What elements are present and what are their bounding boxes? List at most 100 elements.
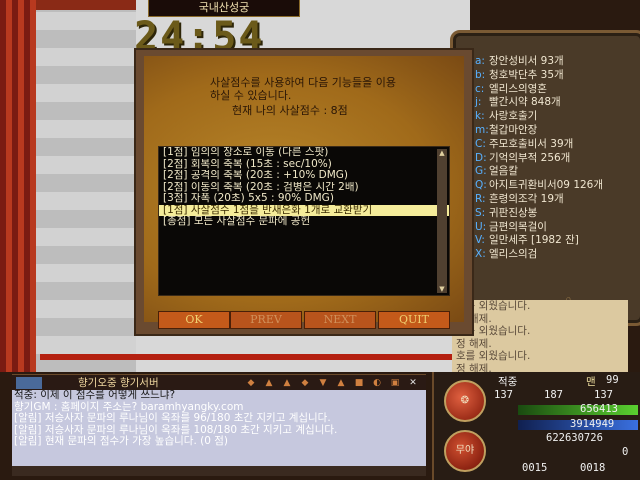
inventory-item[interactable]: V: 일만세주 [1982 잔]: [475, 234, 635, 248]
chat-log: 적중: 이제 이 점수를 어떻게 쓰느냐? 향기GM : 홈페이지 주소는? ba…: [12, 390, 426, 470]
chat-tool-icon-3[interactable]: ▲: [280, 377, 294, 389]
option-item[interactable]: [1점] 임의의 장소로 이동 (다른 스팟): [159, 147, 449, 159]
option-scrollbar[interactable]: ▲ ▼: [437, 149, 447, 293]
chat-flag-icon[interactable]: [16, 377, 42, 389]
inventory-key: X:: [475, 248, 486, 261]
chat-tool-icon-4[interactable]: ◆: [298, 377, 312, 389]
intro-line-1: 사살점수를 사용하여 다음 기능들을 이용: [210, 76, 397, 89]
inventory-key: b:: [475, 68, 486, 81]
chat-input[interactable]: [12, 466, 426, 476]
inventory-item-name: 일만세주 [1982 잔]: [489, 234, 579, 247]
log-line: 호를 외웠습니다.: [456, 300, 531, 312]
log-line: 정 해제.: [456, 312, 492, 325]
red-border: [40, 354, 470, 360]
scroll-up-icon[interactable]: ▲: [437, 149, 447, 157]
intro-line-2: 하실 수 있습니다.: [210, 89, 292, 102]
log-line: 호를 외웠습니다.: [456, 325, 531, 337]
chat-tool-icon-1[interactable]: ◆: [244, 377, 258, 389]
next-button[interactable]: NEXT: [304, 311, 376, 329]
inventory-item[interactable]: Q: 아지트귀환비서09 126개: [475, 179, 635, 193]
option-item[interactable]: [2점] 이동의 축복 (20초 : 검병은 시간 2배): [159, 182, 449, 194]
level-label: 맨: [586, 376, 596, 388]
inventory-item-name: 얼음칼: [489, 165, 518, 178]
inventory-key: G:: [475, 165, 487, 178]
prev-button[interactable]: PREV: [230, 311, 302, 329]
inventory-item-name: 주모호출비서 39개: [489, 137, 574, 150]
skill-orb[interactable]: 무야: [444, 430, 486, 472]
inventory-key: R:: [475, 192, 486, 205]
log-line: 호를 외웠습니다.: [456, 350, 531, 362]
dialog-parchment: 사살점수를 사용하여 다음 기능들을 이용 하실 수 있습니다. 현재 나의 사…: [144, 56, 464, 322]
chat-tool-icon-5[interactable]: ▼: [316, 377, 330, 389]
inventory-key: D:: [475, 151, 487, 164]
chat-tool-icon-8[interactable]: ◐: [370, 377, 384, 389]
option-item[interactable]: [3점] 자폭 (20초) 5x5 : 90% DMG): [159, 193, 449, 205]
stat-dex: 187: [544, 389, 563, 401]
inventory-item[interactable]: G: 얼음칼: [475, 165, 635, 179]
chat-tool-icon-2[interactable]: ▲: [262, 377, 276, 389]
chat-close-icon[interactable]: ✕: [406, 377, 420, 389]
inventory-item-name: 빨간시약 848개: [489, 96, 561, 109]
inventory-key: a:: [475, 55, 485, 67]
chat-line: [알림] 현재 문파의 점수가 가장 높습니다. (0 점): [14, 435, 228, 448]
inventory-item[interactable]: D: 기억의부적 256개: [475, 152, 635, 166]
inventory-key: j:: [475, 96, 482, 109]
coord-x: 0015: [522, 462, 548, 474]
mp-value: 3914949: [570, 418, 615, 430]
inventory-item-name: 금편의목걸이: [489, 220, 547, 233]
option-item[interactable]: [총점] 모든 사살점수 문파에 공헌: [159, 216, 449, 228]
stat-str: 137: [494, 389, 513, 401]
status-panel: ❂ 무야 적중 맨 99 137 187 137 656413 3914949 …: [432, 372, 640, 480]
inventory-item-name: 엘리스의검: [489, 248, 538, 261]
kill-score-dialog: 사살점수를 사용하여 다음 기능들을 이용 하실 수 있습니다. 현재 나의 사…: [134, 48, 474, 336]
inventory-key: k:: [475, 110, 485, 123]
left-wall: [0, 0, 36, 372]
inventory-item-name: 기억의부적 256개: [489, 151, 571, 164]
inventory-item-name: 사랑호출기: [489, 110, 538, 123]
inventory-item[interactable]: R: 흔령의조각 19개: [475, 193, 635, 207]
ok-button[interactable]: OK: [158, 311, 230, 329]
inventory-key: S:: [475, 206, 486, 219]
inventory-item-name: 청호박단추 35개: [489, 68, 564, 81]
inventory-item[interactable]: a: 장안성비서 93개: [475, 55, 635, 69]
hp-value: 656413: [580, 403, 618, 415]
inventory-item[interactable]: b: 청호박단추 35개: [475, 69, 635, 83]
inventory-item[interactable]: U: 금편의목걸이: [475, 221, 635, 235]
inventory-list: a: 장안성비서 93개 b: 청호박단추 35개 c: 엘리스의영혼 j: 빨간시약 848…: [475, 55, 635, 262]
inventory-panel: a: 장안성비서 93개 b: 청호박단추 35개 c: 엘리스의영혼 j: 빨간시약 848…: [450, 30, 640, 326]
inventory-item[interactable]: C: 주모호출비서 39개: [475, 138, 635, 152]
option-list: [1점] 임의의 장소로 이동 (다른 스팟) [2점] 회복의 축복 (15초 …: [158, 146, 450, 296]
chat-toolbar: 향기오중 향기서버 ◆ ▲ ▲ ◆ ▼ ▲ ■ ◐ ▣ ✕: [12, 374, 426, 391]
quit-button[interactable]: QUIT: [378, 311, 450, 329]
exp-value: 622630726: [546, 432, 603, 444]
inventory-item[interactable]: m: 철갑마안장: [475, 124, 635, 138]
system-message-log: 호를 외웠습니다.정 해제.호를 외웠습니다.정 해제.호를 외웠습니다.정 해…: [452, 300, 628, 372]
coord-y: 0018: [580, 462, 606, 474]
inventory-item[interactable]: k: 사랑호출기: [475, 110, 635, 124]
inventory-key: m:: [475, 123, 489, 136]
chat-tool-icon-9[interactable]: ▣: [388, 377, 402, 389]
inventory-item-name: 장안성비서 93개: [489, 55, 564, 67]
stone-path: [36, 10, 136, 372]
inventory-item[interactable]: X: 엘리스의검: [475, 248, 635, 262]
inventory-item[interactable]: j: 빨간시약 848개: [475, 96, 635, 110]
character-name: 적중: [498, 376, 518, 388]
inventory-item-name: 귀판진상봉: [489, 206, 538, 219]
inventory-key: c:: [475, 82, 485, 95]
option-item[interactable]: [2점] 공격의 축복 (20초 : +10% DMG): [159, 170, 449, 182]
chat-tool-icon-7[interactable]: ■: [352, 377, 366, 389]
inventory-item-name: 흔령의조각 19개: [489, 192, 564, 205]
inventory-item[interactable]: S: 귀판진상봉: [475, 207, 635, 221]
option-item[interactable]: [1점] 사살점수 1점을 반새은화 1개로 교환받기: [159, 204, 449, 216]
character-emblem-icon[interactable]: ❂: [444, 380, 486, 422]
current-score: 현재 나의 사살점수 : 8점: [232, 104, 348, 117]
stat-int: 137: [594, 389, 613, 401]
inventory-item[interactable]: c: 엘리스의영혼: [475, 83, 635, 97]
chat-title: 향기오중 향기서버: [78, 377, 159, 389]
option-items: [1점] 임의의 장소로 이동 (다른 스팟) [2점] 회복의 축복 (15초 …: [159, 147, 449, 228]
chat-tool-icon-6[interactable]: ▲: [334, 377, 348, 389]
option-item[interactable]: [2점] 회복의 축복 (15초 : sec/10%): [159, 159, 449, 171]
inventory-key: U:: [475, 220, 487, 233]
scroll-down-icon[interactable]: ▼: [437, 285, 447, 293]
log-line: 정 해제.: [456, 362, 492, 373]
